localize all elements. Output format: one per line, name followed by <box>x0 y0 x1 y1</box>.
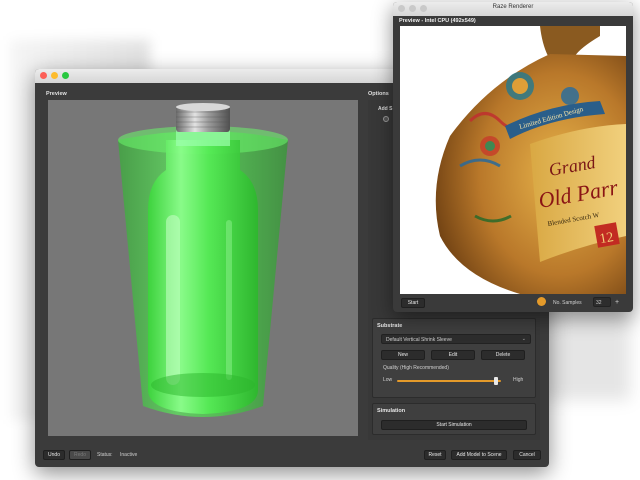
new-substrate-button[interactable]: New <box>381 350 425 360</box>
cancel-button[interactable]: Cancel <box>513 450 541 460</box>
bottle-sleeve-render <box>118 103 288 417</box>
close-button[interactable] <box>40 72 47 79</box>
desktop: Preview Options Add S Substrate Default … <box>0 0 640 480</box>
samples-plus-button[interactable]: + <box>615 299 619 306</box>
low-label: Low <box>383 377 393 383</box>
render-start-button[interactable]: Start <box>401 298 425 308</box>
renderer-titlebar[interactable]: Raze Renderer <box>393 2 633 16</box>
raze-renderer-window: Raze Renderer Preview - Intel CPU (492x5… <box>393 2 633 312</box>
undo-button[interactable]: Undo <box>43 450 65 460</box>
reset-button[interactable]: Reset <box>424 450 446 460</box>
substrate-group: Substrate Default Vertical Shrink Sleeve… <box>372 318 536 398</box>
render-preview-header: Preview - Intel CPU (492x549) <box>399 18 476 24</box>
minimize-button[interactable] <box>51 72 58 79</box>
chevron-down-icon: ⌄ <box>521 336 526 342</box>
renderer-title: Raze Renderer <box>492 4 534 10</box>
status-value: Inactive <box>120 452 138 458</box>
redo-button[interactable]: Redo <box>69 450 91 460</box>
add-section-label: Add S <box>378 106 393 112</box>
add-model-button[interactable]: Add Model to Scene <box>451 450 507 460</box>
high-label: High <box>513 377 524 383</box>
substrate-title: Substrate <box>377 323 403 329</box>
substrate-select-value: Default Vertical Shrink Sleeve <box>386 337 452 343</box>
status-label: Status: <box>97 452 113 458</box>
option-radio[interactable] <box>383 116 389 122</box>
substrate-select[interactable]: Default Vertical Shrink Sleeve ⌄ <box>381 334 531 344</box>
zoom-button[interactable] <box>62 72 69 79</box>
samples-value: 32 <box>596 300 602 306</box>
quality-slider[interactable] <box>397 380 501 382</box>
preview-viewport[interactable] <box>48 100 358 436</box>
options-label: Options <box>368 91 389 97</box>
quality-label: Quality (High Recommended) <box>383 365 449 371</box>
edit-substrate-button[interactable]: Edit <box>431 350 475 360</box>
start-simulation-button[interactable]: Start Simulation <box>381 420 527 430</box>
preview-label: Preview <box>46 91 67 97</box>
quality-slider-handle[interactable] <box>493 377 498 385</box>
age-badge: 12 <box>598 230 614 247</box>
decorated-bottle-render: Limited Edition Design Grand Old Parr Bl… <box>435 26 626 294</box>
renderer-footer: Start No. Samples 32 + <box>393 294 633 312</box>
simulation-group: Simulation Start Simulation <box>372 403 536 435</box>
rendered-bottle-image: Limited Edition Design Grand Old Parr Bl… <box>400 26 626 294</box>
samples-label: No. Samples <box>553 300 582 306</box>
render-status-icon <box>537 297 546 306</box>
delete-substrate-button[interactable]: Delete <box>481 350 525 360</box>
simulation-title: Simulation <box>377 408 406 414</box>
samples-select[interactable]: 32 <box>593 297 611 307</box>
